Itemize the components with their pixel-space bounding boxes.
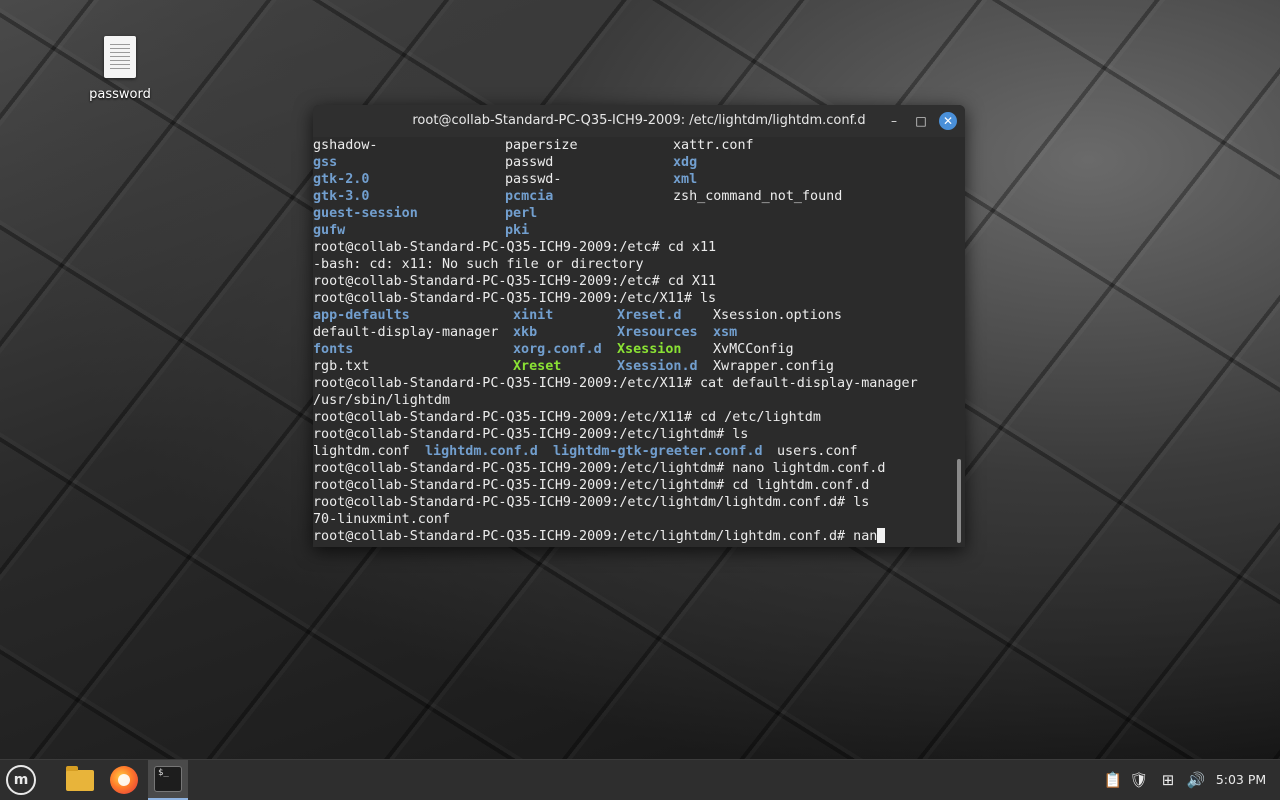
shell-prompt: root@collab-Standard-PC-Q35-ICH9-2009:/e… (313, 376, 918, 391)
shell-prompt: root@collab-Standard-PC-Q35-ICH9-2009:/e… (313, 274, 717, 289)
terminal-entry: Xreset (513, 359, 562, 374)
terminal-entry: 70-linuxmint.conf (313, 512, 451, 527)
shell-prompt: root@collab-Standard-PC-Q35-ICH9-2009:/e… (313, 291, 717, 306)
terminal-entry: gtk-3.0 (313, 189, 370, 204)
terminal-entry: passwd- (505, 172, 562, 187)
terminal-line: lightdm.conf lightdm.conf.d lightdm-gtk-gr… (313, 443, 953, 460)
terminal-line: root@collab-Standard-PC-Q35-ICH9-2009:/e… (313, 477, 953, 494)
terminal-line: gshadow-papersize xattr.conf (313, 137, 953, 154)
files-launcher[interactable] (62, 760, 98, 800)
terminal-line: app-defaults xinit Xreset.d Xsession.option… (313, 307, 953, 324)
terminal-output[interactable]: gshadow-papersize xattr.conf gss passwd xdg g… (313, 137, 953, 547)
firefox-icon (110, 766, 138, 794)
terminal-entry: gshadow- (313, 138, 378, 153)
terminal-entry: Xresources (617, 325, 698, 340)
terminal-icon: $_ (154, 766, 182, 792)
volume-icon[interactable]: 🔊 (1185, 760, 1207, 800)
terminal-window[interactable]: root@collab-Standard-PC-Q35-ICH9-2009: /… (313, 105, 965, 547)
terminal-entry: Xreset.d (617, 308, 682, 323)
terminal-line: rgb.txt Xreset Xsession.d Xwrapper.config (313, 358, 953, 375)
terminal-line: guest-session perl (313, 205, 953, 222)
terminal-line: root@collab-Standard-PC-Q35-ICH9-2009:/e… (313, 273, 953, 290)
terminal-entry: rgb.txt (313, 359, 370, 374)
shell-prompt: root@collab-Standard-PC-Q35-ICH9-2009:/e… (313, 427, 749, 442)
desktop-file-password[interactable]: password (84, 36, 156, 102)
terminal-entry: papersize (505, 138, 578, 153)
terminal-line: gtk-2.0 passwd-xml (313, 171, 953, 188)
terminal-line: root@collab-Standard-PC-Q35-ICH9-2009:/e… (313, 426, 953, 443)
terminal-entry: xkb (513, 325, 538, 340)
shell-prompt: root@collab-Standard-PC-Q35-ICH9-2009:/e… (313, 410, 821, 425)
terminal-entry: zsh_command_not_found (673, 189, 843, 204)
taskbar: m $_ 📋 🛡 ⊞ 🔊 5:03 PM (0, 759, 1280, 800)
desktop-file-label: password (89, 87, 151, 102)
terminal-entry: xml (673, 172, 698, 187)
shell-prompt: root@collab-Standard-PC-Q35-ICH9-2009:/e… (313, 495, 870, 510)
terminal-line: root@collab-Standard-PC-Q35-ICH9-2009:/e… (313, 375, 953, 392)
command-input[interactable]: root@collab-Standard-PC-Q35-ICH9-2009:/e… (313, 528, 877, 545)
clock[interactable]: 5:03 PM (1212, 760, 1270, 800)
terminal-taskbar-button[interactable]: $_ (148, 760, 188, 800)
terminal-entry: pcmcia (505, 189, 554, 204)
terminal-entry: xinit (513, 308, 554, 323)
maximize-button[interactable]: □ (912, 112, 930, 130)
terminal-entry: xorg.conf.d (513, 342, 602, 357)
shell-prompt: root@collab-Standard-PC-Q35-ICH9-2009:/e… (313, 478, 870, 493)
terminal-line: gtk-3.0 pcmcia zsh_command_not_found (313, 188, 953, 205)
terminal-entry: fonts (313, 342, 354, 357)
terminal-titlebar[interactable]: root@collab-Standard-PC-Q35-ICH9-2009: /… (313, 105, 965, 137)
folder-icon (66, 766, 94, 791)
terminal-line: default-display-manager xkb Xresources xsm (313, 324, 953, 341)
terminal-line: root@collab-Standard-PC-Q35-ICH9-2009:/e… (313, 290, 953, 307)
terminal-line: root@collab-Standard-PC-Q35-ICH9-2009:/e… (313, 528, 953, 545)
terminal-entry: Xsession.d (617, 359, 698, 374)
terminal-line: gss passwd xdg (313, 154, 953, 171)
terminal-entry: gufw (313, 223, 346, 238)
terminal-entry: Xwrapper.config (713, 359, 834, 374)
terminal-entry: Xsession (617, 342, 682, 357)
terminal-entry: xsm (713, 325, 738, 340)
terminal-line: fonts xorg.conf.d Xsession XvMCConfig (313, 341, 953, 358)
text-cursor (877, 528, 886, 543)
firefox-launcher[interactable] (106, 760, 142, 800)
terminal-entry: users.conf (777, 444, 858, 459)
terminal-entry: xdg (673, 155, 698, 170)
terminal-line: gufw pki (313, 222, 953, 239)
terminal-entry: lightdm-gtk-greeter.conf.d (553, 444, 763, 459)
shell-prompt: root@collab-Standard-PC-Q35-ICH9-2009:/e… (313, 240, 717, 255)
terminal-line: root@collab-Standard-PC-Q35-ICH9-2009:/e… (313, 409, 953, 426)
close-button[interactable]: ✕ (939, 112, 957, 130)
shield-icon[interactable]: 🛡 (1128, 760, 1150, 800)
shell-prompt: root@collab-Standard-PC-Q35-ICH9-2009:/e… (313, 461, 886, 476)
terminal-line: root@collab-Standard-PC-Q35-ICH9-2009:/e… (313, 239, 953, 256)
terminal-line: -bash: cd: x11: No such file or director… (313, 256, 953, 273)
terminal-entry: guest-session (313, 206, 418, 221)
minimize-button[interactable]: – (885, 112, 903, 130)
terminal-line: /usr/sbin/lightdm (313, 392, 953, 409)
clipboard-icon[interactable]: 📋 (1103, 760, 1123, 800)
terminal-line: 70-linuxmint.conf (313, 511, 953, 528)
terminal-entry: xattr.conf (673, 138, 754, 153)
terminal-scrollbar[interactable] (955, 137, 963, 547)
terminal-entry: XvMCConfig (713, 342, 794, 357)
terminal-entry: gss (313, 155, 338, 170)
terminal-entry: perl (505, 206, 538, 221)
terminal-entry: app-defaults (313, 308, 410, 323)
mint-menu-button[interactable]: m (6, 765, 36, 795)
terminal-line: root@collab-Standard-PC-Q35-ICH9-2009:/e… (313, 460, 953, 477)
text-file-icon (104, 36, 136, 78)
terminal-entry: passwd (505, 155, 554, 170)
terminal-entry: lightdm.conf.d (425, 444, 538, 459)
terminal-entry: lightdm.conf (313, 444, 410, 459)
terminal-entry: -bash: cd: x11: No such file or director… (313, 257, 644, 272)
window-title: root@collab-Standard-PC-Q35-ICH9-2009: /… (412, 113, 866, 128)
scrollbar-thumb[interactable] (957, 459, 961, 543)
terminal-entry: gtk-2.0 (313, 172, 370, 187)
network-icon[interactable]: ⊞ (1157, 760, 1179, 800)
terminal-entry: pki (505, 223, 530, 238)
terminal-entry: default-display-manager (313, 325, 499, 340)
terminal-entry: /usr/sbin/lightdm (313, 393, 451, 408)
terminal-entry: Xsession.options (713, 308, 842, 323)
terminal-line: root@collab-Standard-PC-Q35-ICH9-2009:/e… (313, 494, 953, 511)
